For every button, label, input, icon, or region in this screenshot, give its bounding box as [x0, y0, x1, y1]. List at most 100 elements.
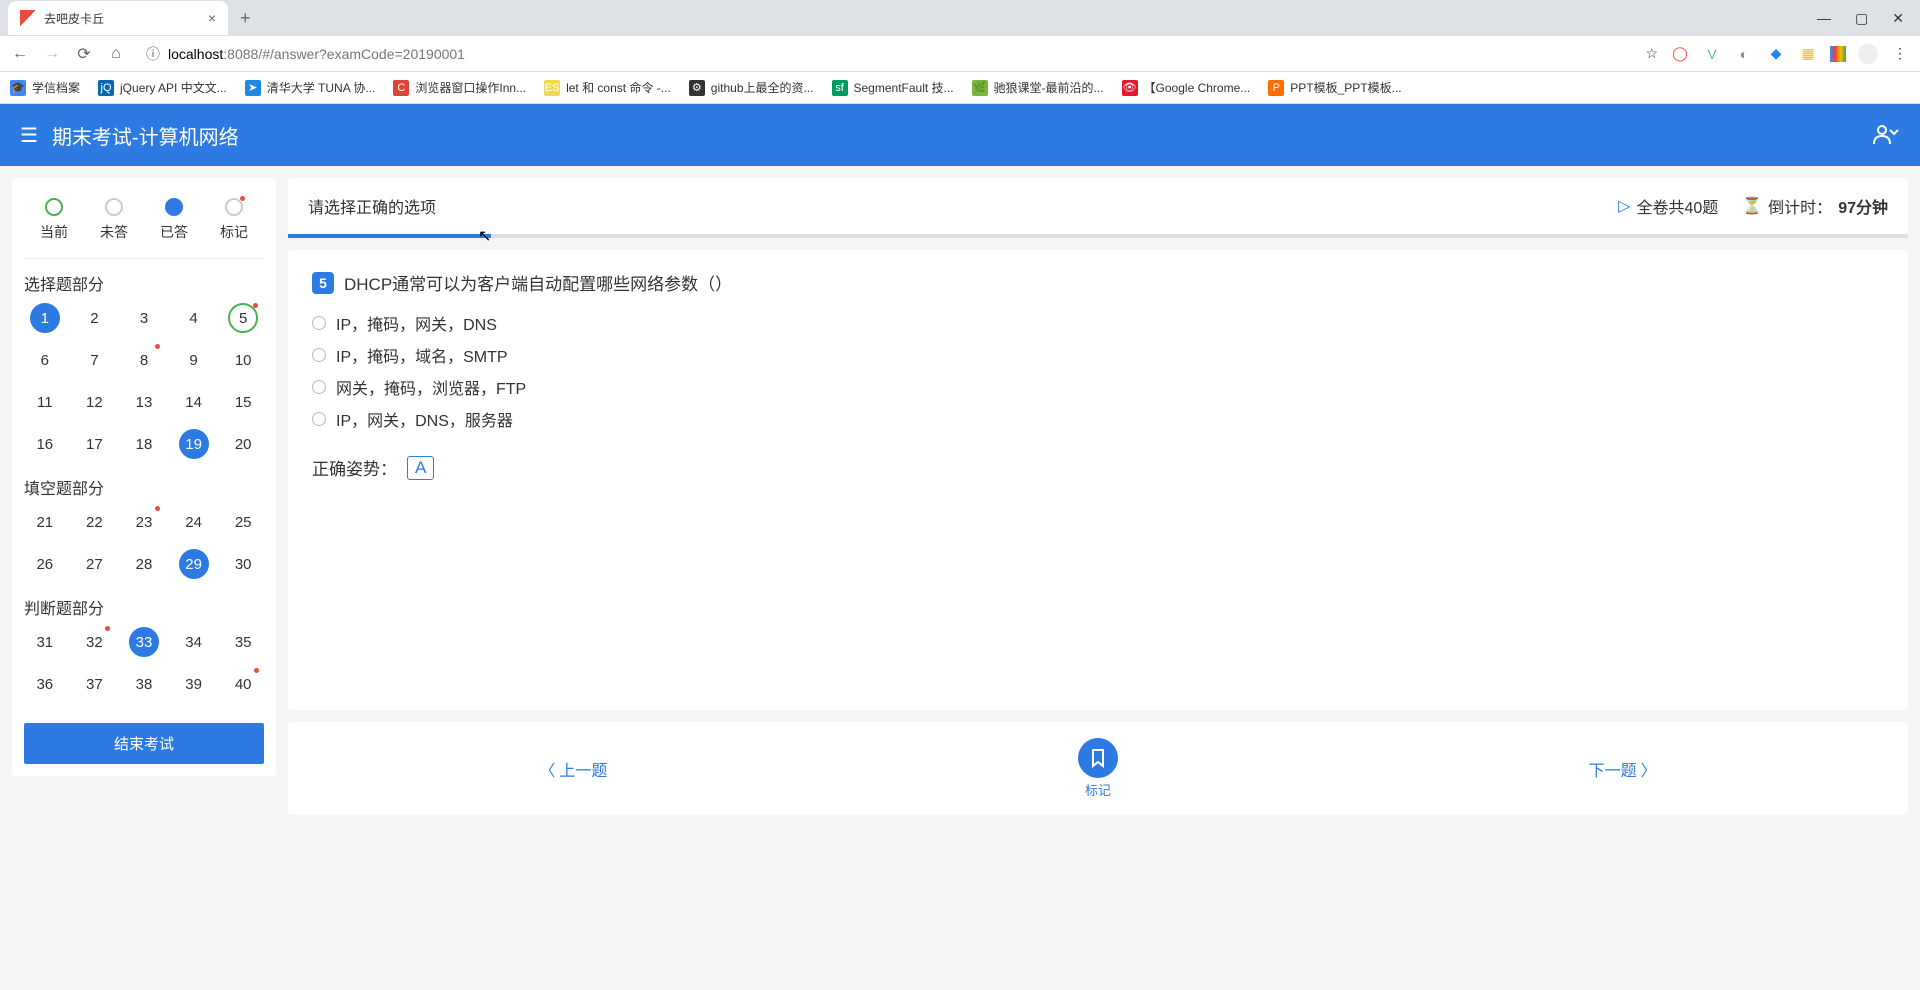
progress-bar	[288, 234, 1908, 238]
tab-title: 去吧皮卡丘	[44, 10, 200, 27]
question-number-14[interactable]: 14	[179, 387, 209, 417]
question-number-11[interactable]: 11	[30, 387, 60, 417]
question-number-1[interactable]: 1	[30, 303, 60, 333]
ext-icon-3[interactable]: ▦	[1798, 44, 1818, 64]
bookmark-favicon: ⚙	[689, 80, 705, 96]
question-number-27[interactable]: 27	[79, 549, 109, 579]
question-number-28[interactable]: 28	[129, 549, 159, 579]
correct-answer-value: A	[407, 456, 434, 480]
bookmark-item[interactable]: ⚙github上最全的资...	[689, 79, 814, 96]
question-number-39[interactable]: 39	[179, 669, 209, 699]
question-number-22[interactable]: 22	[79, 507, 109, 537]
question-number-29[interactable]: 29	[179, 549, 209, 579]
bookmark-item[interactable]: sfSegmentFault 技...	[832, 79, 954, 96]
minimize-icon[interactable]: —	[1817, 10, 1831, 27]
ext-icon-1[interactable]: ◐	[1734, 44, 1754, 64]
maximize-icon[interactable]: ▢	[1855, 10, 1868, 27]
bookmark-label: 清华大学 TUNA 协...	[267, 79, 376, 96]
option-label: 网关，掩码，浏览器，FTP	[336, 375, 526, 399]
question-number-2[interactable]: 2	[79, 303, 109, 333]
question-number-40[interactable]: 40	[228, 669, 258, 699]
bookmark-label: 学信档案	[32, 79, 80, 96]
question-number-35[interactable]: 35	[228, 627, 258, 657]
question-grid: 21 22 23 24 25 26 27 28 29 30	[24, 507, 264, 579]
bookmark-item[interactable]: 🌿驰狼课堂-最前沿的...	[972, 79, 1104, 96]
question-sections: 选择题部分1234567891011121314151617181920填空题部…	[24, 271, 264, 699]
option-0[interactable]: IP，掩码，网关，DNS	[312, 311, 1884, 335]
question-number-7[interactable]: 7	[79, 345, 109, 375]
question-number-4[interactable]: 4	[179, 303, 209, 333]
question-number-26[interactable]: 26	[30, 549, 60, 579]
question-number-23[interactable]: 23	[129, 507, 159, 537]
bookmark-item[interactable]: 👁【Google Chrome...	[1122, 79, 1251, 96]
question-number-20[interactable]: 20	[228, 429, 258, 459]
content-top-bar: 请选择正确的选项 ▷ 全卷共40题 ⏳ 倒计时： 97分钟	[288, 178, 1908, 234]
option-3[interactable]: IP，网关，DNS，服务器	[312, 407, 1884, 431]
next-button[interactable]: 下一题 〉	[1589, 757, 1657, 781]
question-grid: 31 32 33 34 35 36 37 38 39 40	[24, 627, 264, 699]
question-number-16[interactable]: 16	[30, 429, 60, 459]
question-number-36[interactable]: 36	[30, 669, 60, 699]
reload-button[interactable]: ⟳	[74, 44, 94, 64]
legend-answered-icon	[165, 198, 183, 216]
bookmark-item[interactable]: jQjQuery API 中文文...	[98, 79, 227, 96]
url-port: :8088	[223, 46, 258, 62]
question-number-8[interactable]: 8	[129, 345, 159, 375]
question-number-31[interactable]: 31	[30, 627, 60, 657]
question-number-9[interactable]: 9	[179, 345, 209, 375]
question-number-17[interactable]: 17	[79, 429, 109, 459]
question-number-6[interactable]: 6	[30, 345, 60, 375]
question-number-25[interactable]: 25	[228, 507, 258, 537]
question-number-32[interactable]: 32	[79, 627, 109, 657]
ext-icon-4[interactable]	[1830, 46, 1846, 62]
close-window-icon[interactable]: ✕	[1892, 10, 1904, 27]
bookmark-item[interactable]: ESlet 和 const 命令 -...	[544, 79, 671, 96]
profile-avatar[interactable]	[1858, 44, 1878, 64]
star-icon[interactable]: ☆	[1645, 45, 1658, 62]
bookmark-favicon: C	[393, 80, 409, 96]
end-exam-button[interactable]: 结束考试	[24, 723, 264, 764]
question-number-12[interactable]: 12	[79, 387, 109, 417]
url-bar[interactable]: ⓘ localhost:8088/#/answer?examCode=20190…	[138, 44, 1633, 64]
ext-icon-2[interactable]: ◆	[1766, 44, 1786, 64]
new-tab-button[interactable]: +	[228, 8, 263, 29]
menu-dots-icon[interactable]: ⋮	[1890, 44, 1910, 64]
bookmark-favicon: ➤	[245, 80, 261, 96]
bookmark-favicon: P	[1268, 80, 1284, 96]
mark-button[interactable]: 标记	[1078, 738, 1118, 799]
question-number-13[interactable]: 13	[129, 387, 159, 417]
question-number-38[interactable]: 38	[129, 669, 159, 699]
question-number-24[interactable]: 24	[179, 507, 209, 537]
question-number-15[interactable]: 15	[228, 387, 258, 417]
option-2[interactable]: 网关，掩码，浏览器，FTP	[312, 375, 1884, 399]
question-number-34[interactable]: 34	[179, 627, 209, 657]
user-menu[interactable]	[1872, 124, 1900, 147]
home-button[interactable]: ⌂	[106, 45, 126, 63]
menu-toggle-icon[interactable]: ☰	[20, 123, 38, 148]
bookmark-item[interactable]: C浏览器窗口操作Inn...	[393, 79, 526, 96]
bookmark-item[interactable]: PPPT模板_PPT模板...	[1268, 79, 1401, 96]
opera-icon[interactable]: ◯	[1670, 44, 1690, 64]
question-number-37[interactable]: 37	[79, 669, 109, 699]
question-number-3[interactable]: 3	[129, 303, 159, 333]
question-number-18[interactable]: 18	[129, 429, 159, 459]
question-number-19[interactable]: 19	[179, 429, 209, 459]
question-number-30[interactable]: 30	[228, 549, 258, 579]
bookmark-favicon: ES	[544, 80, 560, 96]
back-button[interactable]: ←	[10, 45, 30, 63]
question-number-33[interactable]: 33	[129, 627, 159, 657]
vue-icon[interactable]: V	[1702, 44, 1722, 64]
exam-info: ▷ 全卷共40题 ⏳ 倒计时： 97分钟	[1618, 194, 1888, 218]
bookmark-item[interactable]: 🎓 学信档案	[10, 79, 80, 96]
browser-tab[interactable]: 去吧皮卡丘 ×	[8, 1, 228, 35]
content: 请选择正确的选项 ▷ 全卷共40题 ⏳ 倒计时： 97分钟	[288, 178, 1908, 815]
option-1[interactable]: IP，掩码，域名，SMTP	[312, 343, 1884, 367]
bookmark-favicon: 🎓	[10, 80, 26, 96]
forward-button[interactable]: →	[42, 45, 62, 63]
bookmark-item[interactable]: ➤ 清华大学 TUNA 协...	[245, 79, 376, 96]
prev-button[interactable]: 〈 上一题	[539, 757, 607, 781]
tab-close-icon[interactable]: ×	[208, 10, 216, 26]
question-number-5[interactable]: 5	[228, 303, 258, 333]
question-number-21[interactable]: 21	[30, 507, 60, 537]
question-number-10[interactable]: 10	[228, 345, 258, 375]
